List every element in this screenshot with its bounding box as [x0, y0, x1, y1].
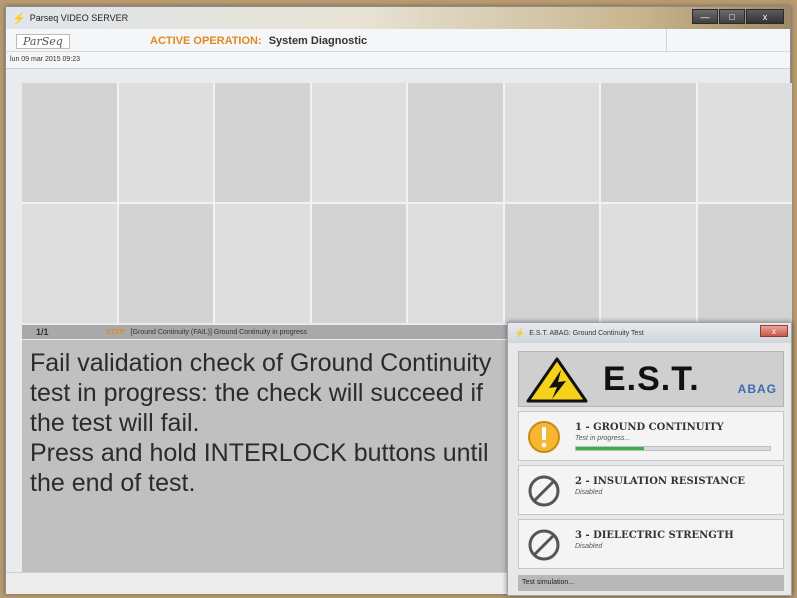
title-bar: ⚡ Parseq VIDEO SERVER — □ x: [6, 7, 790, 29]
close-button[interactable]: x: [746, 9, 784, 24]
parseq-logo: ParSeq: [16, 34, 70, 49]
dialog-title: E.S.T. ABAG: Ground Continuity Test: [529, 329, 644, 337]
maximize-button[interactable]: □: [719, 9, 745, 24]
step-text: [Ground Continuity (FAIL)] Ground Contin…: [130, 328, 307, 336]
est-banner: E.S.T. ABAG: [518, 351, 784, 407]
high-voltage-warning-icon: [526, 357, 588, 403]
abag-brand: ABAG: [737, 382, 777, 396]
datetime: lun 09 mar 2015 09:23: [10, 56, 81, 63]
header-divider: [666, 29, 667, 51]
test-status: Test in progress...: [575, 435, 631, 442]
test-dielectric-strength[interactable]: 3 - DIELECTRIC STRENGTH Disabled: [518, 519, 784, 569]
app-icon: ⚡: [12, 12, 26, 25]
test-progress-bar: [575, 446, 771, 451]
video-cell[interactable]: [601, 83, 696, 202]
header-line: [6, 51, 790, 52]
est-test-dialog: ⚡ E.S.T. ABAG: Ground Continuity Test x …: [507, 322, 792, 596]
test-name: 1 - GROUND CONTINUITY: [575, 422, 724, 433]
video-cell[interactable]: [697, 83, 792, 202]
test-name: 2 - INSULATION RESISTANCE: [575, 476, 745, 487]
dialog-close-button[interactable]: x: [760, 325, 788, 337]
test-status: Disabled: [575, 543, 603, 550]
instruction-message: Fail validation check of Ground Continui…: [22, 340, 512, 572]
active-operation-value: System Diagnostic: [268, 35, 368, 47]
video-cell[interactable]: [118, 204, 213, 323]
video-cell[interactable]: [215, 204, 310, 323]
video-cell[interactable]: [22, 204, 117, 323]
video-cell[interactable]: [311, 83, 406, 202]
est-title: E.S.T.: [603, 360, 700, 398]
video-cell[interactable]: [215, 83, 310, 202]
minimize-button[interactable]: —: [692, 9, 718, 24]
test-insulation-resistance[interactable]: 2 - INSULATION RESISTANCE Disabled: [518, 465, 784, 515]
disabled-icon: [528, 475, 560, 507]
test-progress-fill: [576, 447, 644, 450]
dialog-status-bar: Test simulation...: [518, 575, 784, 591]
dialog-title-bar: ⚡ E.S.T. ABAG: Ground Continuity Test: [508, 323, 791, 343]
video-cell[interactable]: [408, 83, 503, 202]
video-cell[interactable]: [22, 83, 117, 202]
active-operation: ACTIVE OPERATION: System Diagnostic: [150, 35, 367, 47]
warning-circle-icon: [528, 421, 560, 453]
app-icon: ⚡: [514, 327, 526, 338]
test-name: 3 - DIELECTRIC STRENGTH: [575, 530, 734, 541]
step-label: STEP:: [106, 328, 127, 336]
step-bar: 1/1 STEP: [Ground Continuity (FAIL)] Gro…: [22, 325, 512, 339]
app-header: ParSeq ACTIVE OPERATION: System Diagnost…: [6, 29, 790, 69]
active-operation-label: ACTIVE OPERATION:: [150, 35, 262, 47]
video-cell[interactable]: [118, 83, 213, 202]
disabled-icon: [528, 529, 560, 561]
step-counter: 1/1: [36, 327, 49, 337]
window-controls: — □ x: [691, 9, 784, 24]
test-ground-continuity[interactable]: 1 - GROUND CONTINUITY Test in progress..…: [518, 411, 784, 461]
video-cell[interactable]: [504, 204, 599, 323]
video-cell[interactable]: [408, 204, 503, 323]
video-grid: [22, 83, 792, 323]
video-cell[interactable]: [601, 204, 696, 323]
video-cell[interactable]: [504, 83, 599, 202]
test-status: Disabled: [575, 489, 603, 496]
window-title: Parseq VIDEO SERVER: [29, 13, 129, 23]
video-cell[interactable]: [311, 204, 406, 323]
video-cell[interactable]: [697, 204, 792, 323]
